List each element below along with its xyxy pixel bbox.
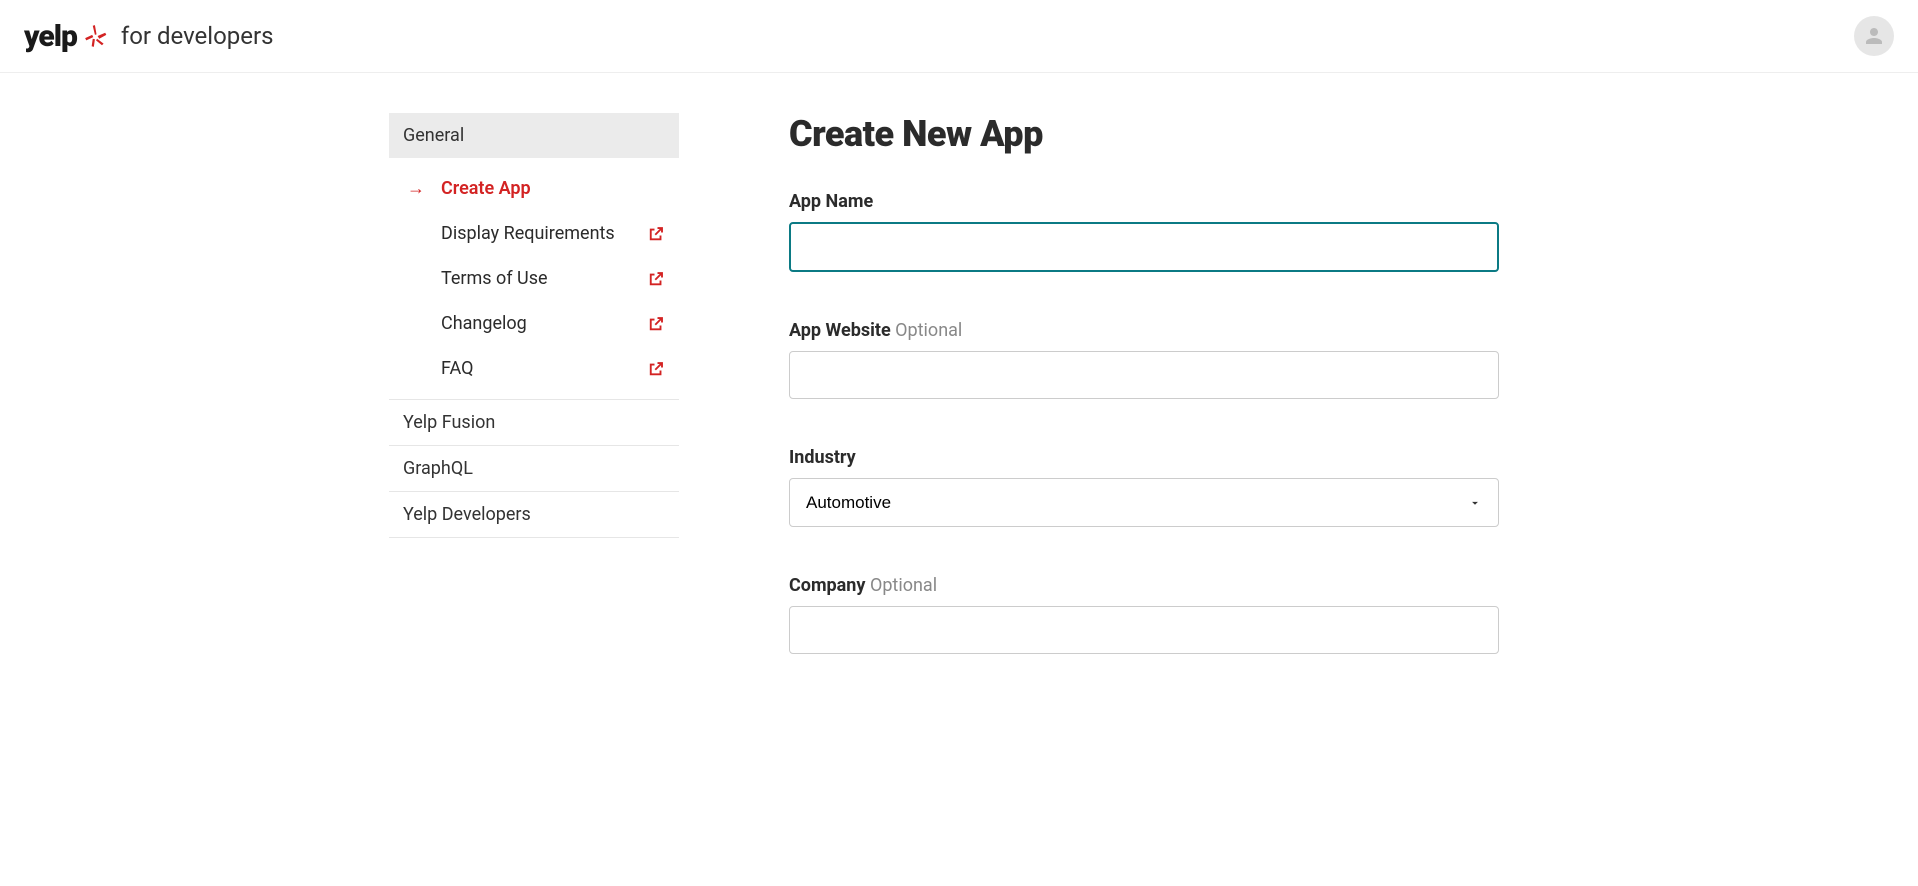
app-name-input[interactable]	[789, 222, 1499, 272]
external-link-icon	[647, 315, 665, 333]
header: yelp for developers	[0, 0, 1918, 73]
logo-subtitle: for developers	[121, 22, 274, 50]
sidebar-item-create-app[interactable]: Create App	[389, 166, 679, 211]
app-website-input[interactable]	[789, 351, 1499, 399]
logo-text: yelp	[24, 19, 77, 54]
sidebar: General Create App Display Requirements …	[389, 113, 679, 702]
app-name-label: App Name	[789, 191, 1499, 212]
form-group-app-name: App Name	[789, 191, 1499, 272]
external-link-icon	[647, 270, 665, 288]
page-title: Create New App	[789, 113, 1499, 155]
logo[interactable]: yelp for developers	[24, 19, 274, 54]
company-label: Company Optional	[789, 575, 1499, 596]
form-group-industry: Industry Automotive	[789, 447, 1499, 527]
form-group-app-website: App Website Optional	[789, 320, 1499, 399]
main-content: Create New App App Name App Website Opti…	[679, 113, 1499, 702]
sidebar-item-label: FAQ	[441, 358, 473, 379]
company-label-text: Company	[789, 575, 865, 596]
user-avatar[interactable]	[1854, 16, 1894, 56]
sidebar-item-terms-of-use[interactable]: Terms of Use	[389, 256, 679, 301]
external-link-icon	[647, 225, 665, 243]
sidebar-item-label: Terms of Use	[441, 268, 548, 289]
sidebar-section-yelp-developers[interactable]: Yelp Developers	[389, 492, 679, 538]
app-website-label-text: App Website	[789, 320, 891, 341]
main-container: General Create App Display Requirements …	[259, 73, 1659, 702]
sidebar-item-faq[interactable]: FAQ	[389, 346, 679, 391]
sidebar-section-general[interactable]: General	[389, 113, 679, 158]
industry-select[interactable]: Automotive	[789, 478, 1499, 527]
form-group-company: Company Optional	[789, 575, 1499, 654]
yelp-burst-icon	[83, 23, 109, 49]
app-website-label: App Website Optional	[789, 320, 1499, 341]
optional-text: Optional	[895, 320, 962, 341]
optional-text: Optional	[870, 575, 937, 596]
external-link-icon	[647, 360, 665, 378]
sidebar-item-label: Display Requirements	[441, 223, 615, 244]
sidebar-section-yelp-fusion[interactable]: Yelp Fusion	[389, 400, 679, 446]
sidebar-item-display-requirements[interactable]: Display Requirements	[389, 211, 679, 256]
user-icon	[1862, 24, 1886, 48]
sidebar-item-label: Changelog	[441, 313, 527, 334]
sidebar-general-items: Create App Display Requirements Terms of…	[389, 158, 679, 400]
company-input[interactable]	[789, 606, 1499, 654]
industry-label: Industry	[789, 447, 1499, 468]
sidebar-section-graphql[interactable]: GraphQL	[389, 446, 679, 492]
sidebar-item-changelog[interactable]: Changelog	[389, 301, 679, 346]
sidebar-item-label: Create App	[441, 178, 531, 199]
